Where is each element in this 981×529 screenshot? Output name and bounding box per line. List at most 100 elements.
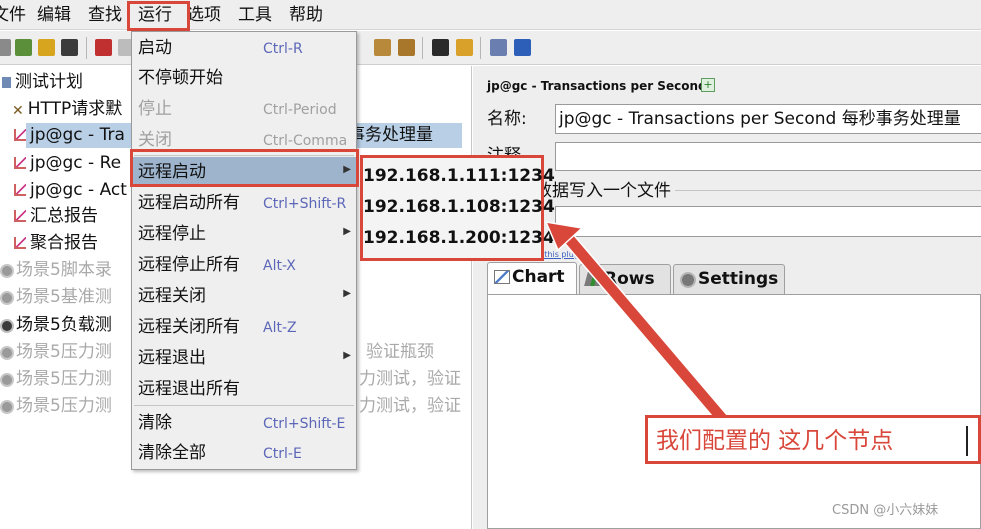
menu-item-label: 停止: [138, 99, 172, 119]
templates-icon[interactable]: [15, 39, 32, 56]
menu-tools[interactable]: 工具: [238, 4, 272, 26]
remote-host-label: 192.168.1.111:1234: [363, 166, 555, 186]
menu-item-shortcut: Alt-X: [263, 258, 296, 274]
search-icon[interactable]: [432, 39, 449, 56]
text-caret: [966, 426, 968, 456]
menu-item-start[interactable]: 启动 Ctrl-R: [132, 33, 356, 63]
remote-host-label: 192.168.1.108:1234: [363, 197, 555, 217]
tree-item-label: jp@gc - Re: [30, 153, 122, 173]
tree-item-aggregate-report[interactable]: 聚合报告: [14, 230, 98, 256]
menu-item-shortcut: Ctrl-Period: [263, 102, 337, 118]
menu-search[interactable]: 查找: [88, 4, 122, 26]
watermark: CSDN @小六妹妹: [832, 503, 939, 518]
remote-host-item[interactable]: 192.168.1.111:1234: [363, 160, 555, 192]
menu-item-label: 启动: [138, 38, 172, 58]
comment-input[interactable]: [555, 142, 981, 171]
tree-item-http-defaults[interactable]: ✕ HTTP请求默: [12, 96, 122, 122]
menu-item-remote-start-all[interactable]: 远程启动所有 Ctrl+Shift-R: [132, 188, 356, 218]
name-label: 名称:: [487, 109, 527, 129]
menu-item-label: 远程关闭: [138, 286, 206, 306]
tree-item-scenario-stress-2[interactable]: 场景5压力测: [2, 366, 112, 392]
function-helper-icon[interactable]: [490, 39, 507, 56]
file-group-label: 数据写入一个文件: [535, 180, 675, 202]
tree-item-label: jp@gc - Act: [30, 180, 127, 200]
remote-host-label: 192.168.1.200:1234: [363, 228, 555, 248]
tree-item-label: 汇总报告: [30, 206, 98, 226]
tree-item-scenario-stress-3[interactable]: 场景5压力测: [2, 393, 112, 419]
panel-title: jp@gc - Transactions per Second: [487, 79, 707, 93]
tree-item-summary-report[interactable]: 汇总报告: [14, 203, 98, 229]
tree-item-label: 场景5脚本录: [16, 260, 112, 280]
tree-item-label: 场景5负载测: [16, 315, 112, 335]
menu-item-remote-exit[interactable]: 远程退出 ▶: [132, 343, 356, 373]
tab-rows[interactable]: Rows: [579, 264, 671, 294]
tree-item-label: 聚合报告: [30, 233, 98, 253]
submenu-arrow-icon: ▶: [343, 350, 351, 361]
menu-item-shortcut: Alt-Z: [263, 320, 297, 336]
chart-icon: [494, 270, 510, 284]
remote-start-submenu: 192.168.1.111:1234 192.168.1.108:1234 19…: [360, 155, 555, 261]
menu-item-remote-shutdown-all[interactable]: 远程关闭所有 Alt-Z: [132, 312, 356, 342]
graph-icon: [14, 157, 26, 169]
settings-icon: [682, 274, 694, 286]
menu-item-start-no-pause[interactable]: 不停顿开始: [132, 63, 356, 93]
menu-item-shortcut: Ctrl-E: [263, 446, 302, 462]
menu-item-remote-exit-all[interactable]: 远程退出所有: [132, 374, 356, 404]
save-icon[interactable]: [61, 39, 78, 56]
name-input[interactable]: jp@gc - Transactions per Second 每秒事务处理量: [555, 104, 981, 134]
help-icon[interactable]: [514, 39, 531, 56]
tab-settings[interactable]: Settings: [673, 264, 785, 294]
menu-item-remote-shutdown[interactable]: 远程关闭 ▶: [132, 281, 356, 311]
remote-host-item[interactable]: 192.168.1.200:1234: [363, 222, 555, 254]
tree-item-label: jp@gc - Tra: [30, 125, 125, 145]
tree-item-stress-2-suffix: 力测试，验证: [359, 366, 461, 392]
gear-icon: [2, 266, 12, 276]
tree-item-label: 事务处理量: [348, 125, 433, 145]
menu-edit[interactable]: 编辑: [37, 4, 71, 26]
remote-host-item[interactable]: 192.168.1.108:1234: [363, 191, 555, 223]
tree-item-label: HTTP请求默: [27, 99, 123, 119]
eye-icon: [2, 321, 12, 331]
filename-input[interactable]: [555, 206, 981, 237]
run-menu-highlight-box: [127, 1, 190, 31]
tab-label: Rows: [604, 269, 655, 289]
new-icon[interactable]: [0, 39, 11, 56]
tree-item-response-times[interactable]: jp@gc - Re: [14, 150, 121, 176]
cut-icon[interactable]: [95, 39, 112, 56]
menu-item-label: 远程退出: [138, 348, 206, 368]
tree-item-label: 场景5压力测: [16, 342, 112, 362]
tree-item-tps-suffix: 事务处理量: [348, 122, 433, 148]
graph-icon: [14, 237, 26, 249]
menu-help[interactable]: 帮助: [289, 4, 323, 26]
menu-options[interactable]: 选项: [187, 4, 221, 26]
menu-item-clear[interactable]: 清除 Ctrl+Shift-E: [132, 408, 356, 438]
menu-item-remote-stop-all[interactable]: 远程停止所有 Alt-X: [132, 250, 356, 280]
tree-item-label: 测试计划: [15, 72, 83, 92]
toolbar-separator: [86, 37, 87, 59]
submenu-arrow-icon: ▶: [343, 288, 351, 299]
menu-item-label: 关闭: [138, 130, 172, 150]
tree-item-test-plan[interactable]: 测试计划: [2, 69, 83, 95]
tree-item-label: 场景5压力测: [16, 369, 112, 389]
tree-item-scenario-load[interactable]: 场景5负载测: [2, 312, 112, 338]
open-icon[interactable]: [38, 39, 55, 56]
expand-icon[interactable]: +: [701, 78, 715, 92]
menu-file[interactable]: 文件: [0, 4, 26, 26]
tree-item-scenario-stress-1[interactable]: 场景5压力测: [2, 339, 112, 365]
menu-item-remote-stop[interactable]: 远程停止 ▶: [132, 219, 356, 249]
menu-item-label: 远程退出所有: [138, 379, 240, 399]
tree-item-label: 验证瓶颈: [366, 342, 434, 362]
reset-search-icon[interactable]: [456, 39, 473, 56]
tree-item-scenario-record[interactable]: 场景5脚本录: [2, 257, 112, 283]
tree-item-tps-listener[interactable]: jp@gc - Tra: [14, 122, 125, 148]
tree-item-scenario-baseline[interactable]: 场景5基准测: [2, 284, 112, 310]
clear-icon[interactable]: [374, 39, 391, 56]
menu-item-label: 清除: [138, 413, 172, 433]
menu-item-clear-all[interactable]: 清除全部 Ctrl-E: [132, 438, 356, 468]
tree-item-active-threads[interactable]: jp@gc - Act: [14, 177, 127, 203]
tab-chart[interactable]: Chart: [487, 262, 577, 294]
gear-icon: [2, 402, 12, 412]
run-menu: 启动 Ctrl-R 不停顿开始 停止 Ctrl-Period 关闭 Ctrl-C…: [131, 31, 357, 470]
clear-all-icon[interactable]: [398, 39, 415, 56]
submenu-arrow-icon: ▶: [343, 226, 351, 237]
